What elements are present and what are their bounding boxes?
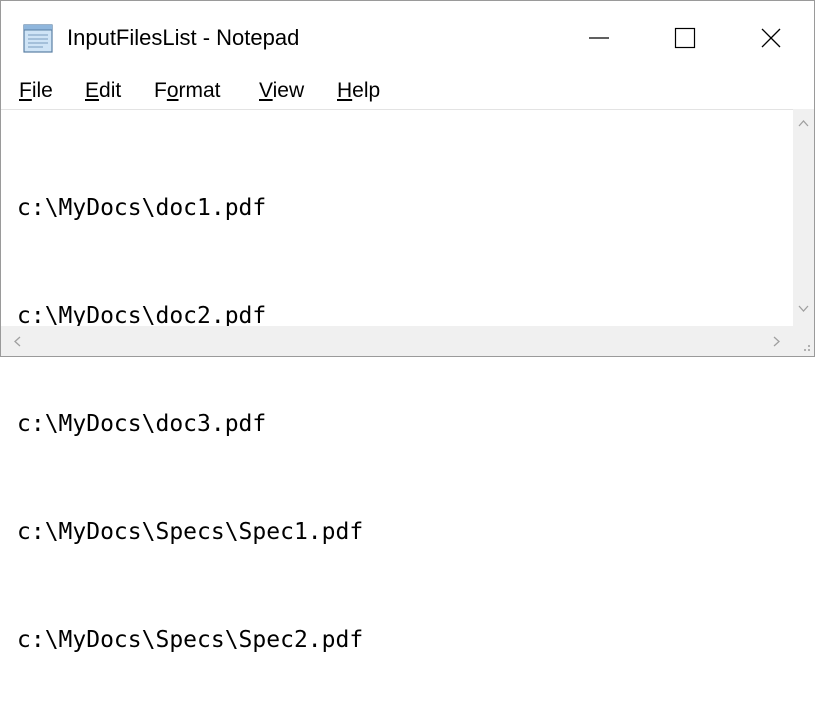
text-content: c:\MyDocs\doc1.pdf c:\MyDocs\doc2.pdf c:… — [17, 118, 363, 714]
menu-format[interactable]: Format — [154, 79, 221, 103]
menu-bar: File Edit Format View Help — [1, 75, 814, 109]
menu-help-label: elp — [352, 79, 381, 102]
text-line: c:\MyDocs\doc1.pdf — [17, 195, 267, 221]
text-line: c:\MyDocs\doc3.pdf — [17, 411, 267, 437]
scroll-down-icon[interactable] — [798, 305, 809, 313]
menu-format-prefix: F — [154, 79, 167, 102]
scroll-left-icon[interactable] — [13, 336, 21, 347]
text-line: c:\MyDocs\Specs\Spec1.pdf — [17, 519, 364, 545]
menu-view[interactable]: View — [259, 79, 304, 103]
notepad-window: InputFilesList - Notepad File Edit Forma… — [0, 0, 815, 653]
menu-file[interactable]: File — [19, 79, 53, 103]
text-line: c:\MyDocs\Specs\Spec2.pdf — [17, 627, 364, 653]
scroll-up-icon[interactable] — [798, 119, 809, 127]
menu-file-label: ile — [31, 79, 53, 102]
vertical-scrollbar[interactable] — [793, 109, 814, 326]
menu-format-label: rmat — [178, 79, 221, 102]
maximize-button[interactable] — [642, 1, 728, 75]
maximize-icon — [674, 27, 696, 49]
notepad-icon — [23, 24, 53, 53]
close-button[interactable] — [728, 1, 814, 75]
resize-grip-icon — [804, 345, 810, 351]
minimize-icon — [589, 37, 609, 39]
title-bar[interactable]: InputFilesList - Notepad — [1, 1, 814, 75]
menu-file-mnemonic: F — [19, 79, 32, 102]
menu-format-mnemonic: o — [166, 79, 179, 102]
scroll-right-icon[interactable] — [773, 336, 781, 347]
menu-view-label: iew — [272, 79, 305, 102]
resize-grip[interactable] — [793, 326, 814, 356]
window-title: InputFilesList - Notepad — [67, 25, 300, 50]
horizontal-scrollbar[interactable] — [1, 326, 793, 356]
menu-edit-mnemonic: E — [85, 79, 100, 102]
menu-help[interactable]: Help — [337, 79, 380, 103]
menu-edit[interactable]: Edit — [85, 79, 121, 103]
menu-view-mnemonic: V — [259, 79, 273, 102]
minimize-button[interactable] — [556, 1, 642, 75]
close-icon — [761, 28, 781, 48]
menu-help-mnemonic: H — [337, 79, 353, 102]
text-editor-area[interactable]: c:\MyDocs\doc1.pdf c:\MyDocs\doc2.pdf c:… — [1, 109, 793, 653]
menu-edit-label: dit — [99, 79, 122, 102]
